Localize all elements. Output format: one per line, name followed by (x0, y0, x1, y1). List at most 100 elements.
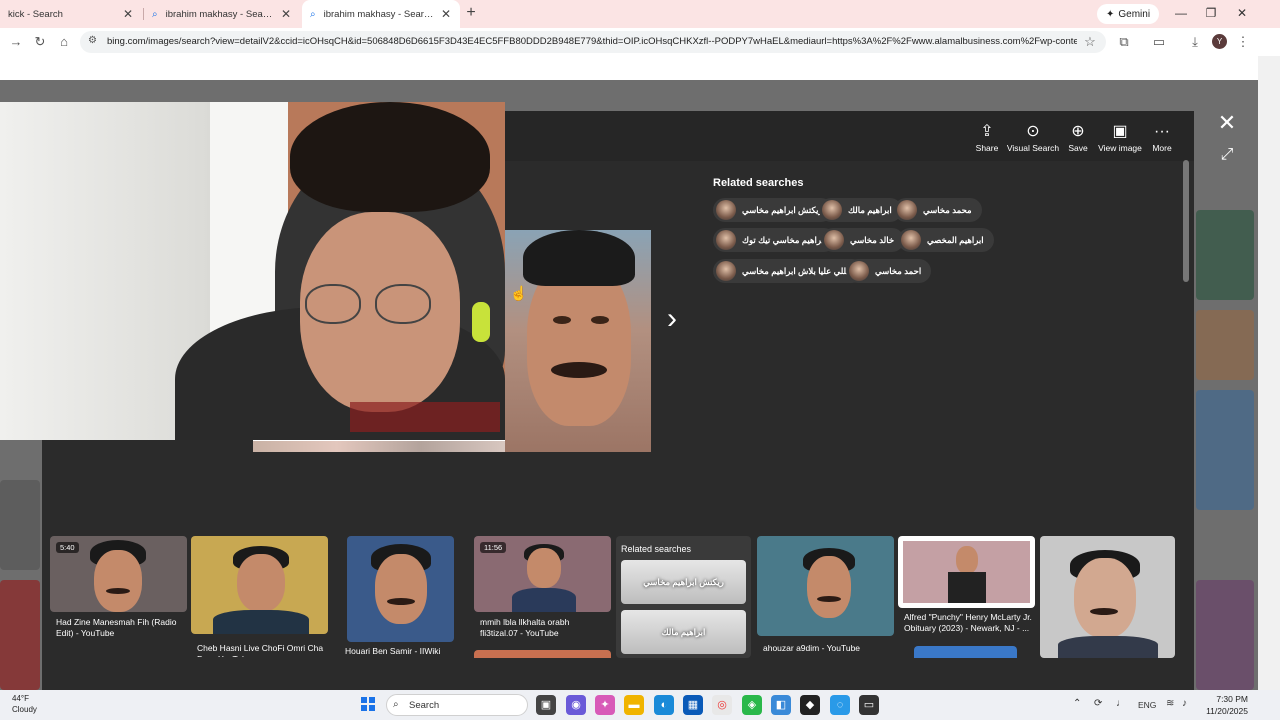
more-button[interactable]: ··· More (1132, 121, 1192, 153)
related-thumb (849, 261, 869, 281)
close-icon[interactable]: ✕ (280, 7, 292, 21)
app-icon[interactable]: ◈ (742, 695, 762, 715)
result-caption[interactable]: Cheb Hasni Live ChoFi Omri Cha Dra - You… (197, 643, 325, 657)
related-label: ابراهيم مالك (848, 204, 892, 215)
video-duration: 5:40 (56, 542, 79, 553)
related-box-item[interactable]: ريكتش ابراهيم مخاسي (621, 560, 746, 604)
related-search-chip[interactable]: ريكتش ابراهيم مخاسي (713, 198, 833, 222)
home-icon[interactable]: ⌂ (55, 33, 73, 51)
forward-icon[interactable]: → (7, 33, 25, 51)
related-search-chip[interactable]: ابراهيم المخصي (898, 228, 994, 252)
result-image[interactable] (191, 536, 328, 634)
file-explorer-icon[interactable]: ▬ (624, 695, 644, 715)
webcam-glasses (375, 284, 431, 324)
portrait-clothing (1058, 636, 1158, 658)
search-icon: ⌕ (310, 8, 316, 20)
portrait-face (375, 554, 427, 624)
close-window-button[interactable]: ✕ (1232, 4, 1252, 22)
image-thumbnail-strip[interactable] (253, 440, 505, 452)
chevron-up-icon[interactable]: ⌃ (1073, 698, 1081, 709)
related-search-chip[interactable]: احمد مخاسي (846, 259, 932, 283)
taskbar-search[interactable]: ⌕ Search (386, 694, 528, 716)
clock-time: 7:30 PM (1216, 694, 1248, 704)
expand-icon[interactable]: ⤢ (1215, 143, 1239, 167)
new-tab-button[interactable]: + (462, 4, 480, 22)
page-scrollbar[interactable] (1258, 56, 1280, 690)
app-icon[interactable]: ◌ (830, 695, 850, 715)
portrait-eye (553, 316, 571, 324)
search-icon: ⌕ (393, 699, 399, 710)
close-overlay-button[interactable]: ✕ (1215, 111, 1239, 135)
result-caption[interactable]: ahouzar a9dim - YouTube (763, 643, 891, 654)
app-icon[interactable]: ◆ (800, 695, 820, 715)
start-button[interactable] (361, 697, 375, 711)
microphone-icon[interactable]: ♩ (1116, 698, 1126, 709)
portrait-clothing (213, 610, 309, 634)
extensions-icon[interactable]: ⧉ (1115, 33, 1133, 51)
task-view-icon[interactable]: ▣ (536, 695, 556, 715)
related-box-item[interactable]: ابراهيم مالك (621, 610, 746, 654)
volume-icon[interactable]: ♪ (1182, 698, 1187, 709)
language-indicator[interactable]: ENG (1138, 700, 1156, 710)
result-image[interactable] (757, 536, 894, 636)
related-search-chip[interactable]: ابراهيم مخاسي تيك توك (713, 228, 837, 252)
reload-icon[interactable]: ↻ (31, 33, 49, 51)
address-bar[interactable]: ⚙ bing.com/images/search?view=detailV2&c… (80, 31, 1106, 53)
clock[interactable]: 7:30 PM 11/20/2025 (1200, 693, 1248, 717)
sync-icon[interactable]: ⟳ (1094, 698, 1102, 709)
result-image-partial[interactable] (474, 650, 611, 658)
result-image[interactable] (1040, 536, 1175, 658)
close-icon[interactable]: ✕ (122, 7, 134, 21)
url-text[interactable]: bing.com/images/search?view=detailV2&cci… (107, 36, 1077, 47)
copilot-icon[interactable]: ✦ (595, 695, 615, 715)
result-caption[interactable]: Houari Ben Samir - IIWiki (345, 646, 465, 657)
related-search-chip[interactable]: ابراهيم مالك (819, 198, 902, 222)
result-image[interactable] (347, 536, 454, 642)
tab-search-icon[interactable]: ▭ (1150, 33, 1168, 51)
related-box-title: Related searches (621, 544, 692, 554)
browser-toolbar: → ↻ ⌂ ⚙ bing.com/images/search?view=deta… (0, 28, 1258, 56)
main-image[interactable] (505, 230, 651, 452)
tab-ibrahim-search[interactable]: ⌕ ibrahim makhasy - Search ✕ (144, 0, 300, 28)
app-icon[interactable]: ◧ (771, 695, 791, 715)
portrait-face (527, 548, 561, 588)
result-caption[interactable]: Had Zine Manesmah Fih (Radio Edit) - You… (56, 617, 184, 639)
minimize-button[interactable]: — (1171, 4, 1191, 22)
related-search-chip[interactable]: محمد مخاسي (894, 198, 982, 222)
next-image-arrow-icon[interactable]: › (660, 302, 684, 336)
related-search-chip[interactable]: خالد مخاسي (821, 228, 905, 252)
close-icon[interactable]: ✕ (440, 7, 452, 21)
portrait-face (1074, 558, 1136, 638)
tab-strip: kick - Search ✕ ⌕ ibrahim makhasy - Sear… (0, 0, 1280, 28)
tab-kick-search[interactable]: kick - Search ✕ (0, 0, 142, 28)
app-icon[interactable]: ▭ (859, 695, 879, 715)
background-image-tile (0, 480, 40, 570)
portrait-mustache (387, 598, 415, 605)
wifi-icon[interactable]: ≋ (1166, 698, 1174, 709)
background-image-tile (1196, 210, 1254, 300)
weather-widget[interactable]: 44°F Cloudy (12, 693, 37, 715)
site-info-icon[interactable]: ⚙ (88, 35, 97, 46)
save-label: Save (1068, 143, 1088, 153)
edge-icon[interactable]: ◐ (654, 695, 674, 715)
overlay-scrollbar[interactable] (1183, 160, 1189, 282)
taskbar: 44°F Cloudy ⌕ Search ▣ ◉ ✦ ▬ ◐ ▦ ◎ ◈ ◧ ◆… (0, 690, 1280, 720)
portrait-face (956, 546, 978, 574)
search-icon: ⌕ (152, 8, 158, 20)
bookmark-star-icon[interactable]: ☆ (1081, 33, 1099, 51)
result-image[interactable] (898, 536, 1035, 608)
download-icon[interactable]: ⤓ (1186, 33, 1204, 51)
store-icon[interactable]: ▦ (683, 695, 703, 715)
result-caption[interactable]: mmih lbla llkhalta orabh fli3tizal.07 - … (480, 617, 608, 639)
webcam-hair (290, 102, 490, 212)
avatar[interactable]: Y (1212, 34, 1227, 49)
result-caption[interactable]: Alfred "Punchy" Henry McLarty Jr. Obitua… (904, 612, 1034, 634)
result-image-partial[interactable] (914, 646, 1017, 658)
gemini-button[interactable]: ✦ Gemini (1097, 4, 1160, 24)
restore-button[interactable]: ❐ (1201, 4, 1221, 22)
related-search-chip[interactable]: يخللي عليا بلاش ابراهيم مخاسي (713, 259, 865, 283)
chrome-icon[interactable]: ◎ (712, 695, 732, 715)
menu-icon[interactable]: ⋮ (1234, 33, 1252, 51)
chat-app-icon[interactable]: ◉ (566, 695, 586, 715)
tab-ibrahim-images[interactable]: ⌕ ibrahim makhasy - Search Images ✕ (302, 0, 460, 28)
